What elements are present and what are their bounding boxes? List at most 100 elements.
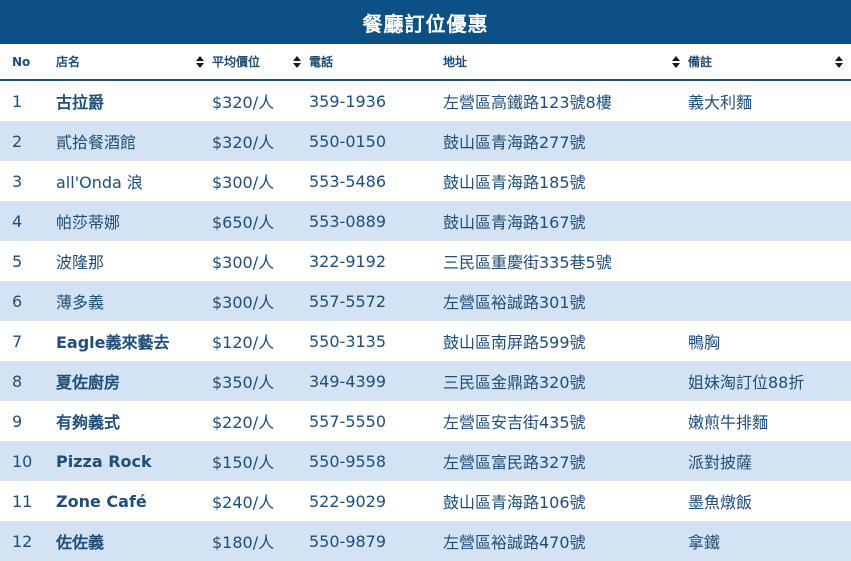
cell-no: 10 bbox=[0, 441, 52, 481]
sort-icon[interactable] bbox=[834, 55, 843, 68]
page-title: 餐廳訂位優惠 bbox=[0, 0, 851, 44]
cell-no: 8 bbox=[0, 361, 52, 401]
cell-address: 左營區裕誠路470號 bbox=[443, 521, 688, 561]
sort-icon[interactable] bbox=[292, 55, 301, 68]
cell-address: 三民區金鼎路320號 bbox=[443, 361, 688, 401]
cell-price: $650/人 bbox=[212, 201, 309, 241]
table-header-row: No 店名 平均價位 電話 地址 備註 bbox=[0, 44, 851, 81]
cell-address: 左營區裕誠路301號 bbox=[443, 281, 688, 321]
cell-phone: 349-4399 bbox=[309, 361, 443, 401]
column-header-address[interactable]: 地址 bbox=[443, 44, 688, 81]
cell-price: $150/人 bbox=[212, 441, 309, 481]
table-row: 8 夏佐廚房 $350/人 349-4399 三民區金鼎路320號 姐妹淘訂位88折 bbox=[0, 361, 851, 401]
cell-address: 鼓山區南屏路599號 bbox=[443, 333, 586, 352]
cell-no: 7 bbox=[12, 331, 23, 351]
cell-restaurant-name: 有夠義式 bbox=[56, 413, 121, 432]
cell-no: 2 bbox=[0, 121, 52, 161]
cell-address: 鼓山區青海路106號 bbox=[443, 493, 586, 512]
sort-icon[interactable] bbox=[195, 55, 204, 68]
cell-no: 3 bbox=[12, 171, 23, 191]
cell-restaurant-name: 貳拾餐酒館 bbox=[52, 121, 212, 161]
cell-note bbox=[688, 281, 851, 321]
cell-note bbox=[688, 241, 851, 281]
cell-note bbox=[688, 201, 851, 241]
cell-price: $300/人 bbox=[212, 253, 275, 272]
cell-phone: 557-5550 bbox=[309, 411, 387, 431]
cell-phone: 550-0150 bbox=[309, 121, 443, 161]
table-row: 2 貳拾餐酒館 $320/人 550-0150 鼓山區青海路277號 bbox=[0, 121, 851, 161]
cell-note: 墨魚燉飯 bbox=[688, 493, 753, 512]
cell-address: 左營區富民路327號 bbox=[443, 441, 688, 481]
column-header-note[interactable]: 備註 bbox=[688, 44, 851, 81]
cell-address: 鼓山區青海路167號 bbox=[443, 201, 688, 241]
cell-restaurant-name: 佐佐義 bbox=[52, 521, 212, 561]
cell-restaurant-name: 古拉爵 bbox=[56, 93, 105, 112]
cell-no: 11 bbox=[12, 491, 33, 511]
table-row: 5 波隆那 $300/人 322-9192 三民區重慶街335巷5號 bbox=[0, 241, 851, 281]
cell-price: $220/人 bbox=[212, 413, 275, 432]
cell-restaurant-name: Pizza Rock bbox=[52, 441, 212, 481]
cell-restaurant-name: 夏佐廚房 bbox=[52, 361, 212, 401]
restaurant-table: No 店名 平均價位 電話 地址 備註 1 古拉爵 $320/人 359-193… bbox=[0, 44, 851, 561]
table-row: 7 Eagle義來藝去 $120/人 550-3135 鼓山區南屏路599號 鴨胸 bbox=[0, 321, 851, 361]
cell-address: 鼓山區青海路277號 bbox=[443, 121, 688, 161]
cell-price: $300/人 bbox=[212, 173, 275, 192]
column-header-phone[interactable]: 電話 bbox=[309, 44, 443, 81]
sort-icon[interactable] bbox=[671, 55, 680, 68]
table-row: 4 帕莎蒂娜 $650/人 553-0889 鼓山區青海路167號 bbox=[0, 201, 851, 241]
cell-restaurant-name: 帕莎蒂娜 bbox=[52, 201, 212, 241]
cell-note: 嫩煎牛排麵 bbox=[688, 413, 769, 432]
cell-note: 姐妹淘訂位88折 bbox=[688, 361, 851, 401]
cell-phone: 557-5572 bbox=[309, 281, 443, 321]
cell-price: $320/人 bbox=[212, 93, 275, 112]
cell-no: 4 bbox=[0, 201, 52, 241]
column-header-label: 平均價位 bbox=[212, 55, 261, 69]
column-header-price[interactable]: 平均價位 bbox=[212, 44, 309, 81]
cell-no: 12 bbox=[0, 521, 52, 561]
cell-phone: 550-9558 bbox=[309, 441, 443, 481]
cell-note bbox=[688, 161, 851, 201]
cell-price: $120/人 bbox=[212, 333, 275, 352]
cell-note: 拿鐵 bbox=[688, 521, 851, 561]
table-row: 1 古拉爵 $320/人 359-1936 左營區高鐵路123號8樓 義大利麵 bbox=[0, 80, 851, 121]
column-header-label: 店名 bbox=[56, 55, 81, 69]
column-header-label: 電話 bbox=[309, 55, 334, 69]
cell-phone: 553-5486 bbox=[309, 171, 387, 191]
cell-note bbox=[688, 121, 851, 161]
cell-no: 6 bbox=[0, 281, 52, 321]
cell-note: 義大利麵 bbox=[688, 93, 753, 112]
cell-no: 1 bbox=[12, 91, 23, 111]
table-row: 10 Pizza Rock $150/人 550-9558 左營區富民路327號 派對披薩 bbox=[0, 441, 851, 481]
cell-phone: 359-1936 bbox=[309, 91, 387, 111]
table-row: 6 薄多義 $300/人 557-5572 左營區裕誠路301號 bbox=[0, 281, 851, 321]
cell-address: 左營區高鐵路123號8樓 bbox=[443, 93, 612, 112]
column-header-name[interactable]: 店名 bbox=[52, 44, 212, 81]
cell-price: $300/人 bbox=[212, 281, 309, 321]
table-row: 12 佐佐義 $180/人 550-9879 左營區裕誠路470號 拿鐵 bbox=[0, 521, 851, 561]
cell-no: 9 bbox=[12, 411, 23, 431]
table-row: 11 Zone Café $240/人 522-9029 鼓山區青海路106號 墨魚燉飯 bbox=[0, 481, 851, 521]
cell-price: $350/人 bbox=[212, 361, 309, 401]
cell-phone: 322-9192 bbox=[309, 251, 387, 271]
cell-address: 鼓山區青海路185號 bbox=[443, 173, 586, 192]
cell-no: 5 bbox=[12, 251, 23, 271]
column-header-label: No bbox=[12, 54, 31, 69]
cell-phone: 550-9879 bbox=[309, 521, 443, 561]
cell-price: $320/人 bbox=[212, 121, 309, 161]
cell-phone: 522-9029 bbox=[309, 491, 387, 511]
table-row: 9 有夠義式 $220/人 557-5550 左營區安吉街435號 嫩煎牛排麵 bbox=[0, 401, 851, 441]
cell-restaurant-name: all'Onda 浪 bbox=[56, 173, 143, 192]
cell-restaurant-name: Eagle義來藝去 bbox=[56, 333, 170, 352]
column-header-label: 地址 bbox=[443, 55, 468, 69]
cell-restaurant-name: 薄多義 bbox=[52, 281, 212, 321]
cell-address: 三民區重慶街335巷5號 bbox=[443, 253, 612, 272]
cell-note: 鴨胸 bbox=[688, 333, 721, 352]
cell-restaurant-name: 波隆那 bbox=[56, 253, 105, 272]
column-header-no[interactable]: No bbox=[0, 44, 52, 81]
cell-price: $180/人 bbox=[212, 521, 309, 561]
cell-restaurant-name: Zone Café bbox=[56, 491, 147, 511]
cell-address: 左營區安吉街435號 bbox=[443, 413, 586, 432]
column-header-label: 備註 bbox=[688, 55, 713, 69]
cell-price: $240/人 bbox=[212, 493, 275, 512]
table-row: 3 all'Onda 浪 $300/人 553-5486 鼓山區青海路185號 bbox=[0, 161, 851, 201]
